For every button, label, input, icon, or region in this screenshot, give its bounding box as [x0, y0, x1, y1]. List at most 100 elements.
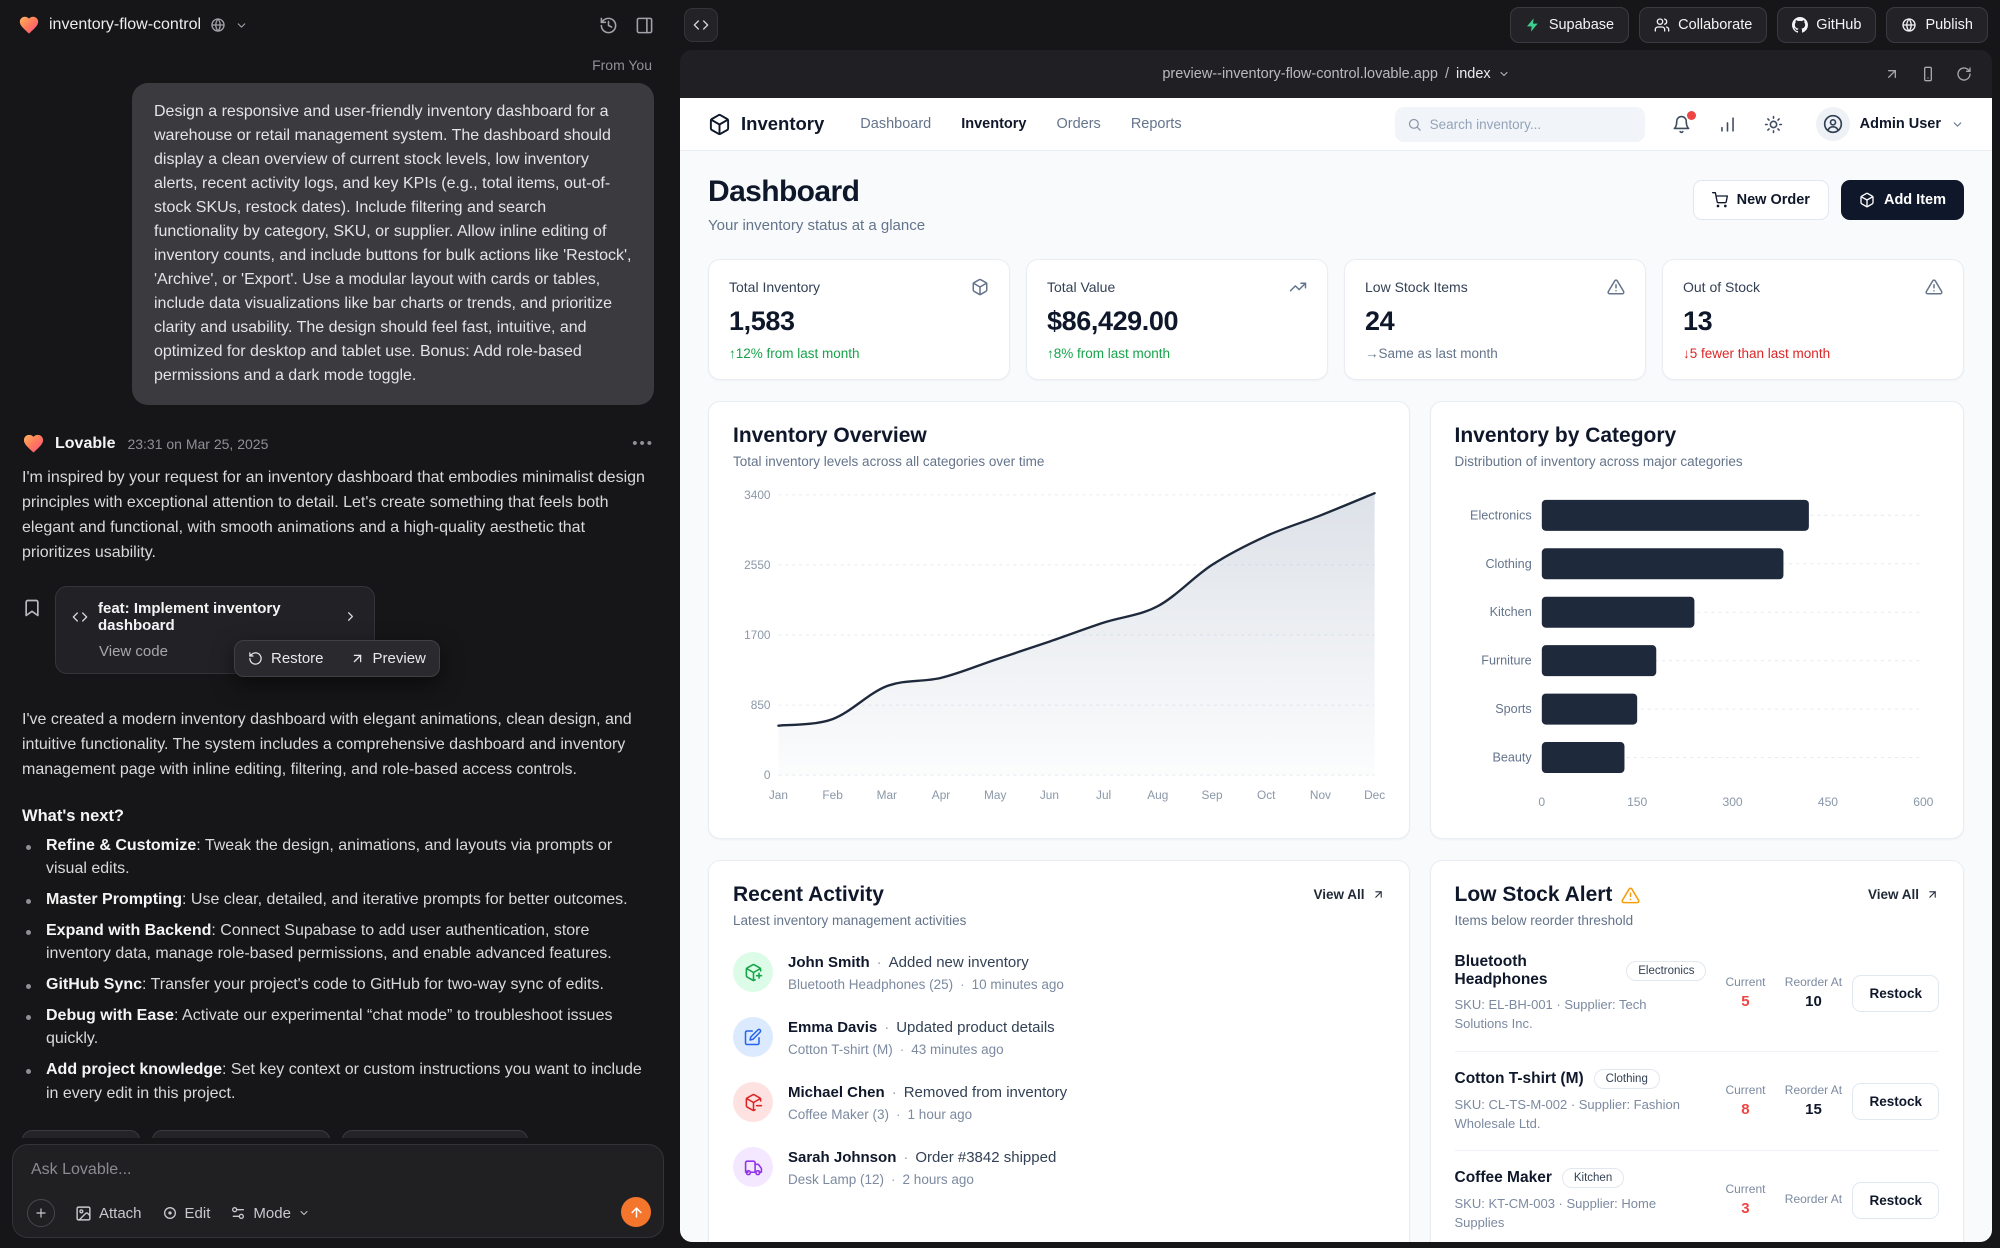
section-subtitle: Latest inventory management activities	[733, 913, 966, 928]
reorder-at: Reorder At	[1784, 1192, 1842, 1210]
search-box[interactable]	[1395, 107, 1645, 142]
mode-button[interactable]: Mode	[230, 1205, 310, 1222]
explore-supabase-button[interactable]: Explore Supabase	[152, 1130, 330, 1138]
notification-dot	[1687, 111, 1696, 120]
new-order-button[interactable]: New Order	[1693, 180, 1829, 220]
page-subtitle: Your inventory status at a glance	[708, 217, 925, 234]
history-button[interactable]	[595, 12, 622, 39]
chat-composer[interactable]: Attach Edit Mode	[12, 1144, 664, 1238]
user-name: Admin User	[1860, 116, 1941, 132]
arrow-up-icon	[629, 1205, 644, 1220]
bottom-row: Recent Activity Latest inventory managem…	[708, 860, 1964, 1242]
svg-text:Oct: Oct	[1257, 788, 1276, 802]
chat-messages[interactable]: From You Design a responsive and user-fr…	[0, 50, 676, 1138]
restore-button[interactable]: Restore	[235, 641, 337, 676]
visit-docs-button[interactable]: Visit docs	[22, 1130, 140, 1138]
code-view-toggle[interactable]	[684, 8, 718, 42]
svg-text:Jul: Jul	[1096, 788, 1111, 802]
svg-text:300: 300	[1722, 795, 1742, 809]
kpi-value: $86,429.00	[1047, 306, 1307, 337]
notifications-button[interactable]	[1672, 115, 1691, 134]
svg-text:3400: 3400	[744, 488, 771, 502]
inventory-by-category-card: Inventory by Category Distribution of in…	[1430, 401, 1964, 839]
preview-button[interactable]: Preview	[337, 641, 439, 676]
nav-dashboard[interactable]: Dashboard	[860, 116, 931, 132]
github-button[interactable]: GitHub	[1777, 7, 1876, 43]
activity-item: Sarah Johnson·Order #3842 shipped Desk L…	[733, 1147, 1385, 1187]
arrow-up-right-icon	[1372, 888, 1385, 901]
chat-input[interactable]	[31, 1161, 492, 1179]
chevron-down-icon[interactable]	[235, 19, 248, 32]
quick-actions: Visit docs Explore Supabase Manage knowl…	[22, 1130, 654, 1138]
restock-button[interactable]: Restock	[1852, 1182, 1939, 1219]
svg-text:Nov: Nov	[1310, 788, 1331, 802]
avatar	[1816, 107, 1850, 141]
nav-reports[interactable]: Reports	[1131, 116, 1182, 132]
nav-icon-group: Admin User	[1672, 107, 1964, 141]
collaborate-button[interactable]: Collaborate	[1639, 7, 1767, 43]
preview-url[interactable]: preview--inventory-flow-control.lovable.…	[1162, 66, 1438, 82]
analytics-icon[interactable]	[1718, 115, 1737, 134]
preview-page-name[interactable]: index	[1456, 66, 1491, 82]
chart-title: Inventory by Category	[1455, 424, 1939, 448]
theme-toggle-sun-icon[interactable]	[1764, 115, 1783, 134]
view-all-lowstock-link[interactable]: View All	[1868, 887, 1939, 902]
chart-title: Inventory Overview	[733, 424, 1385, 448]
svg-text:Electronics: Electronics	[1470, 508, 1532, 522]
bookmark-icon[interactable]	[22, 598, 42, 618]
app-preview: Inventory Dashboard Inventory Orders Rep…	[680, 98, 1992, 1242]
from-you-label: From You	[24, 57, 652, 73]
mobile-view-icon[interactable]	[1920, 66, 1936, 82]
send-button[interactable]	[621, 1197, 651, 1227]
reorder-at: Reorder At15	[1784, 1083, 1842, 1120]
package-minus-icon	[733, 1082, 773, 1122]
chevron-down-icon[interactable]	[1498, 68, 1510, 80]
kpi-value: 1,583	[729, 306, 989, 337]
restock-button[interactable]: Restock	[1852, 975, 1939, 1012]
view-all-activity-link[interactable]: View All	[1313, 887, 1384, 902]
add-item-button[interactable]: Add Item	[1841, 180, 1964, 220]
lovable-workspace: inventory-flow-control From You Design a…	[0, 0, 2000, 1248]
arrow-up-right-icon	[1926, 888, 1939, 901]
low-stock-alert-card: Low Stock Alert Items below reorder thre…	[1430, 860, 1964, 1242]
edit-icon	[733, 1017, 773, 1057]
trending-up-icon	[1289, 278, 1307, 296]
search-input[interactable]	[1430, 117, 1633, 132]
attach-button[interactable]: Attach	[75, 1205, 142, 1222]
activity-item: Michael Chen·Removed from inventory Coff…	[733, 1082, 1385, 1122]
integration-buttons: Supabase Collaborate GitHub Publish	[1510, 7, 1988, 43]
add-button[interactable]	[27, 1199, 55, 1227]
restock-button[interactable]: Restock	[1852, 1083, 1939, 1120]
activity-list: John Smith·Added new inventory Bluetooth…	[733, 952, 1385, 1187]
activity-item: Emma Davis·Updated product details Cotto…	[733, 1017, 1385, 1057]
lovable-heart-logo	[18, 14, 40, 36]
kpi-delta: →Same as last month	[1365, 346, 1625, 361]
svg-text:Mar: Mar	[877, 788, 897, 802]
svg-text:0: 0	[764, 768, 771, 782]
current-stock: Current8	[1716, 1083, 1774, 1120]
edit-button[interactable]: Edit	[162, 1205, 211, 1222]
commit-title: feat: Implement inventory dashboard	[98, 600, 333, 634]
svg-text:1700: 1700	[744, 628, 771, 642]
users-icon	[1654, 17, 1670, 33]
category-badge: Electronics	[1626, 961, 1706, 981]
message-options-button[interactable]: •••	[632, 435, 654, 452]
manage-knowledge-button[interactable]: Manage knowledge	[342, 1130, 528, 1138]
svg-text:Sep: Sep	[1202, 788, 1223, 802]
chevron-right-icon[interactable]	[343, 609, 358, 624]
refresh-icon[interactable]	[1956, 66, 1972, 82]
publish-button[interactable]: Publish	[1886, 7, 1988, 43]
nav-inventory[interactable]: Inventory	[961, 116, 1026, 132]
next-step: Debug with Ease: Activate our experiment…	[22, 1004, 654, 1051]
recent-activity-card: Recent Activity Latest inventory managem…	[708, 860, 1410, 1242]
open-external-icon[interactable]	[1884, 66, 1900, 82]
nav-orders[interactable]: Orders	[1056, 116, 1100, 132]
supabase-button[interactable]: Supabase	[1510, 7, 1629, 43]
toggle-panel-button[interactable]	[631, 12, 658, 39]
reorder-at: Reorder At10	[1784, 975, 1842, 1012]
user-menu[interactable]: Admin User	[1816, 107, 1964, 141]
dashboard-main: Dashboard Your inventory status at a gla…	[680, 151, 1992, 1242]
project-name[interactable]: inventory-flow-control	[49, 16, 201, 34]
app-brand[interactable]: Inventory	[708, 113, 824, 136]
svg-text:600: 600	[1913, 795, 1933, 809]
